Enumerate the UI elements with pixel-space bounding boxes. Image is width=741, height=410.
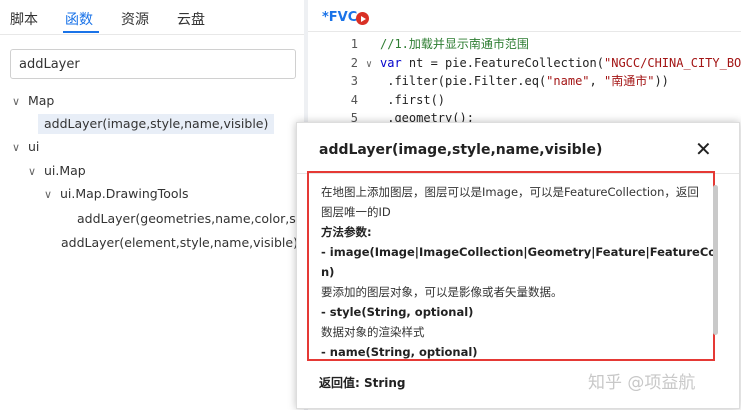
popup-title: addLayer(image,style,name,visible) — [319, 142, 603, 158]
tab-cloud[interactable]: 云盘 — [177, 9, 205, 29]
tab-resources[interactable]: 资源 — [121, 9, 149, 29]
function-doc-popup: addLayer(image,style,name,visible) ✕ 在地图… — [296, 122, 740, 409]
code-token: nt = pie. — [401, 55, 474, 70]
close-icon[interactable]: ✕ — [695, 137, 712, 161]
tab-scripts[interactable]: 脚本 — [10, 9, 38, 29]
code-token: , — [589, 74, 604, 88]
tree-label: ui.Map.DrawingTools — [59, 186, 189, 201]
editor-tab-fvc[interactable]: *FVC — [322, 10, 357, 25]
doc-line: 方法参数: — [321, 225, 372, 239]
chevron-down-icon: ∨ — [12, 95, 21, 108]
doc-line: 在地图上添加图层，图层可以是Image，可以是FeatureCollection… — [321, 185, 699, 199]
left-tab-bar: 脚本 函数 资源 云盘 — [0, 0, 304, 35]
doc-line: - image(Image|ImageCollection|Geometry|F… — [321, 245, 715, 259]
tab-functions[interactable]: 函数 — [65, 9, 93, 29]
tree-node-drawing-tools[interactable]: ∨ ui.Map.DrawingTools — [44, 184, 188, 204]
code-token: )) — [654, 74, 669, 88]
doc-scrollbar[interactable] — [713, 185, 718, 335]
tree-label: ui — [27, 139, 40, 154]
chevron-down-icon: ∨ — [44, 188, 53, 201]
doc-line: 要添加的图层对象，可以是影像或者矢量数据。 — [321, 285, 563, 299]
tree-node-map[interactable]: ∨ Map — [12, 91, 54, 111]
function-search-input[interactable] — [10, 49, 296, 79]
tree-node-ui[interactable]: ∨ ui — [12, 137, 39, 157]
active-tab-indicator — [63, 31, 99, 33]
tree-item-uimap-addlayer[interactable]: addLayer(element,style,name,visible) — [61, 233, 298, 253]
fold-chevron-icon[interactable]: ∨ — [366, 56, 380, 74]
doc-description-box: 在地图上添加图层，图层可以是Image，可以是FeatureCollection… — [307, 171, 715, 361]
code-token: .first() — [380, 92, 446, 107]
line-number: 4 — [350, 92, 358, 107]
doc-line: 数据对象的渲染样式 — [321, 325, 425, 339]
tree-label: ui.Map — [43, 163, 86, 178]
doc-line: - name(String, optional) — [321, 345, 478, 359]
doc-line: - style(String, optional) — [321, 305, 474, 319]
line-number: 2 — [350, 55, 358, 70]
line-number: 1 — [350, 37, 358, 51]
code-line[interactable]: 3 .filter(pie.Filter.eq("name", "南通市")) — [308, 72, 669, 90]
editor-divider — [308, 31, 741, 32]
code-line[interactable]: 2 ∨ var nt = pie.FeatureCollection("NGCC/C… — [308, 54, 741, 72]
chevron-down-icon: ∨ — [12, 141, 21, 154]
doc-line: n) — [321, 265, 335, 279]
tree-node-ui-map[interactable]: ∨ ui.Map — [28, 161, 86, 181]
run-icon[interactable] — [356, 12, 369, 25]
tree-label: Map — [27, 93, 55, 108]
return-value-label: 返回值: String — [319, 376, 406, 390]
code-token: "NGCC/CHINA_CITY_BOUND — [604, 55, 741, 70]
code-token: var — [380, 55, 402, 70]
watermark: 知乎 @项益航 — [588, 373, 696, 393]
code-token: FeatureCollection — [473, 55, 597, 70]
doc-line: 图层唯一的ID — [321, 205, 391, 219]
line-number: 3 — [350, 74, 358, 88]
chevron-down-icon: ∨ — [28, 165, 37, 178]
function-panel: 脚本 函数 资源 云盘 ∨ Map addLayer(image,style,n… — [0, 0, 337, 410]
code-token: //1.加载并显示南通市范围 — [380, 37, 529, 51]
code-token: "南通市" — [603, 74, 655, 88]
code-token: .filter(pie.Filter.eq( — [380, 74, 547, 88]
code-token: ( — [596, 55, 604, 70]
code-token: "name" — [546, 74, 590, 88]
code-line[interactable]: 1 //1.加载并显示南通市范围 — [308, 35, 529, 53]
code-line[interactable]: 4 .first() — [308, 91, 445, 109]
tree-item-map-addlayer[interactable]: addLayer(image,style,name,visible) — [38, 114, 275, 134]
